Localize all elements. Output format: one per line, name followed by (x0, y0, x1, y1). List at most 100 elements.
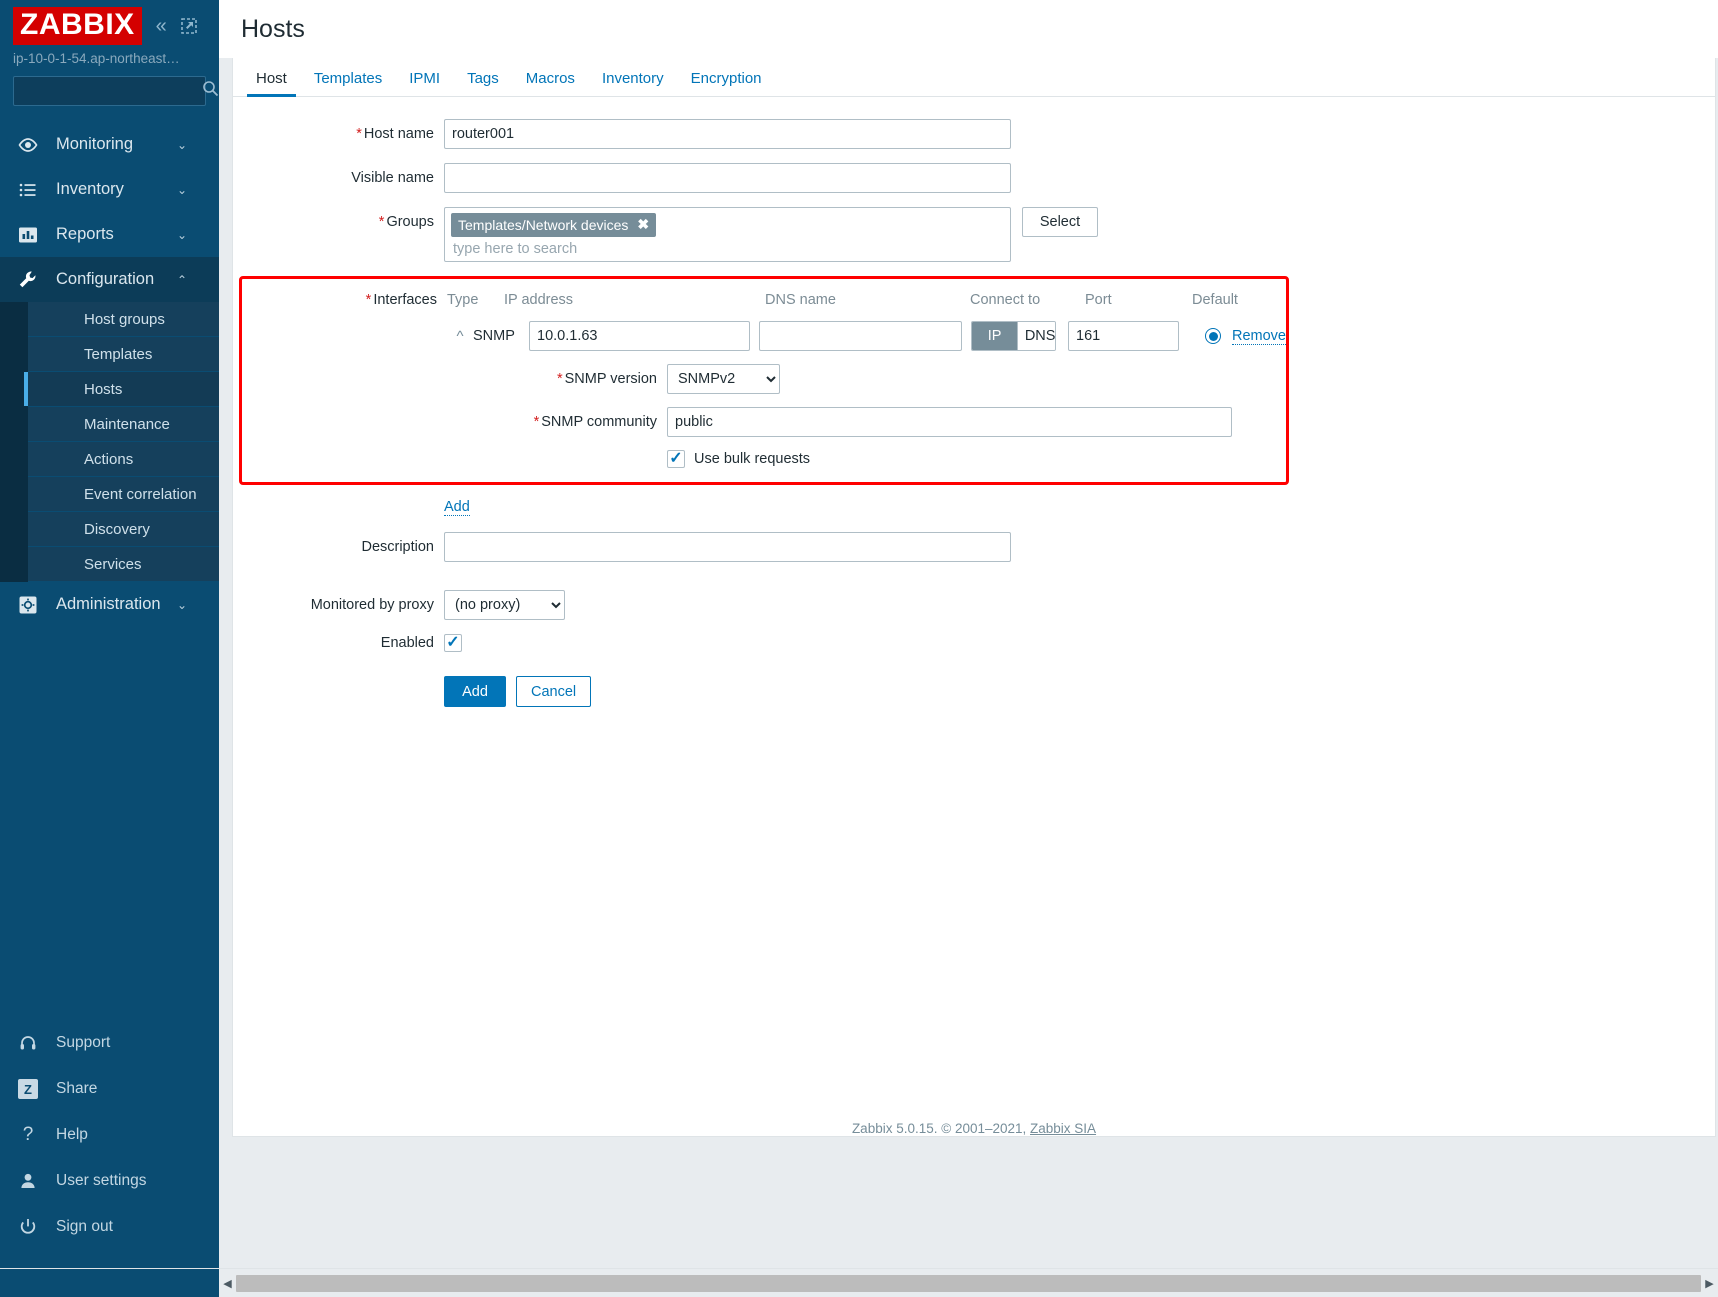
scrollbar-thumb[interactable] (236, 1275, 1701, 1292)
check-icon: ✓ (669, 451, 682, 467)
sidebar-subitem-maintenance[interactable]: Maintenance (28, 407, 219, 442)
sidebar-item-reports[interactable]: Reports ⌄ (0, 212, 219, 257)
sidebar-subitem-hosts[interactable]: Hosts (28, 372, 219, 407)
server-name: ip-10-0-1-54.ap-northeast… (0, 42, 219, 66)
field-row-snmp-version: *SNMP version SNMPv2 (242, 364, 1286, 394)
host-name-input[interactable] (444, 119, 1011, 149)
col-header-ip-address: IP address (504, 292, 765, 308)
sidebar-item-sign-out[interactable]: Sign out (0, 1204, 219, 1250)
search-icon[interactable] (202, 80, 219, 102)
group-chip[interactable]: Templates/Network devices ✖ (451, 213, 656, 237)
snmp-community-input[interactable] (667, 407, 1232, 437)
zabbix-logo[interactable]: ZABBIX (13, 7, 142, 45)
tab-tags[interactable]: Tags (458, 71, 508, 96)
footer: Zabbix 5.0.15. © 2001–2021, Zabbix SIA (233, 1107, 1715, 1136)
sidebar-subitem-label: Maintenance (84, 416, 170, 433)
use-bulk-requests-checkbox[interactable]: ✓ (667, 450, 685, 468)
cancel-button[interactable]: Cancel (516, 676, 591, 707)
chevron-up-icon[interactable]: ⌃ (177, 273, 187, 287)
scroll-left-arrow-icon[interactable]: ◀ (219, 1277, 236, 1290)
remove-interface-link[interactable]: Remove (1232, 328, 1286, 345)
host-name-label-text: Host name (364, 126, 434, 142)
add-interface-link[interactable]: Add (444, 499, 470, 516)
groups-multiselect[interactable]: Templates/Network devices ✖ type here to… (444, 207, 1011, 262)
field-row-add-interface: Add (233, 499, 1715, 516)
field-row-groups: *Groups Templates/Network devices ✖ type… (233, 207, 1715, 262)
connect-to-dns-button[interactable]: DNS (1017, 322, 1056, 350)
groups-search-placeholder[interactable]: type here to search (451, 237, 1004, 257)
snmp-version-select[interactable]: SNMPv2 (667, 364, 780, 394)
sidebar-item-monitoring[interactable]: Monitoring ⌄ (0, 122, 219, 167)
list-icon (16, 178, 40, 202)
sidebar-subitem-templates[interactable]: Templates (28, 337, 219, 372)
sidebar-top: ZABBIX « ip-10-0-1-54.ap-northeast… (0, 0, 219, 106)
field-row-description: Description (233, 532, 1715, 562)
chevron-down-icon[interactable]: ⌄ (177, 138, 187, 152)
snmp-community-label-text: SNMP community (541, 414, 657, 430)
chevron-up-icon[interactable]: ^ (447, 328, 473, 345)
chevron-down-icon[interactable]: ⌄ (177, 228, 187, 242)
default-interface-radio[interactable] (1205, 328, 1221, 344)
power-icon (16, 1215, 40, 1239)
chevron-double-left-icon[interactable]: « (156, 16, 167, 36)
description-label: Description (233, 532, 444, 562)
horizontal-scrollbar[interactable]: ◀ ▶ (0, 1268, 1718, 1297)
visible-name-input[interactable] (444, 163, 1011, 193)
tab-inventory[interactable]: Inventory (593, 71, 673, 96)
sidebar-submenu: Host groups Templates Hosts Maintenance … (0, 302, 219, 582)
group-chip-label: Templates/Network devices (458, 217, 628, 233)
tab-label: Host (256, 70, 287, 87)
close-icon[interactable]: ✖ (637, 216, 649, 233)
tab-label: Tags (467, 70, 499, 87)
scroll-right-arrow-icon[interactable]: ▶ (1701, 1277, 1718, 1290)
interface-type-label: SNMP (473, 328, 529, 344)
sidebar-item-configuration[interactable]: Configuration ⌃ (0, 257, 219, 302)
sidebar-subitem-label: Event correlation (84, 486, 197, 503)
sidebar-subitem-label: Host groups (84, 311, 165, 328)
sidebar-subitem-services[interactable]: Services (28, 547, 219, 582)
enabled-checkbox[interactable]: ✓ (444, 634, 462, 652)
connect-to-toggle: IP DNS (971, 321, 1056, 351)
sidebar-bottom: Support Z Share ? Help User sett (0, 1020, 219, 1268)
col-header-dns-name: DNS name (765, 292, 970, 308)
search-box[interactable] (13, 76, 206, 106)
description-textarea[interactable] (444, 532, 1011, 562)
sidebar-subitem-actions[interactable]: Actions (28, 442, 219, 477)
sidebar-subitem-host-groups[interactable]: Host groups (28, 302, 219, 337)
required-marker: * (356, 126, 362, 142)
sidebar-item-share[interactable]: Z Share (0, 1066, 219, 1112)
monitored-by-proxy-select[interactable]: (no proxy) (444, 590, 565, 620)
interface-port-input[interactable] (1068, 321, 1179, 351)
cog-icon (16, 593, 40, 617)
interface-ip-input[interactable] (529, 321, 750, 351)
sidebar-item-help[interactable]: ? Help (0, 1112, 219, 1158)
scrollbar-track[interactable]: ◀ ▶ (219, 1269, 1718, 1297)
tab-macros[interactable]: Macros (517, 71, 584, 96)
footer-link[interactable]: Zabbix SIA (1030, 1121, 1096, 1136)
tab-ipmi[interactable]: IPMI (400, 71, 449, 96)
sidebar-subitem-event-correlation[interactable]: Event correlation (28, 477, 219, 512)
field-row-visible-name: Visible name (233, 163, 1715, 193)
interfaces-highlight-box: *Interfaces Type IP address DNS name Con… (239, 276, 1289, 485)
sidebar-subitem-discovery[interactable]: Discovery (28, 512, 219, 547)
chevron-down-icon[interactable]: ⌄ (177, 598, 187, 612)
groups-select-button[interactable]: Select (1022, 207, 1098, 237)
chevron-down-icon[interactable]: ⌄ (177, 183, 187, 197)
form-tabs: Host Templates IPMI Tags Macros (233, 58, 1715, 97)
page-header: Hosts (219, 0, 1718, 58)
sidebar-item-administration[interactable]: Administration ⌄ (0, 582, 219, 627)
expand-icon[interactable] (181, 18, 197, 34)
add-button[interactable]: Add (444, 676, 506, 707)
tab-host[interactable]: Host (247, 71, 296, 96)
tab-templates[interactable]: Templates (305, 71, 391, 96)
connect-to-ip-button[interactable]: IP (972, 322, 1017, 350)
tab-encryption[interactable]: Encryption (682, 71, 771, 96)
search-input[interactable] (22, 83, 202, 100)
col-header-port: Port (1085, 292, 1192, 308)
interfaces-header-row: *Interfaces Type IP address DNS name Con… (242, 289, 1286, 311)
sidebar-item-inventory[interactable]: Inventory ⌄ (0, 167, 219, 212)
interface-dns-input[interactable] (759, 321, 962, 351)
sidebar-item-user-settings[interactable]: User settings (0, 1158, 219, 1204)
sidebar-item-support[interactable]: Support (0, 1020, 219, 1066)
sidebar-nav: Monitoring ⌄ Inventory ⌄ (0, 122, 219, 627)
